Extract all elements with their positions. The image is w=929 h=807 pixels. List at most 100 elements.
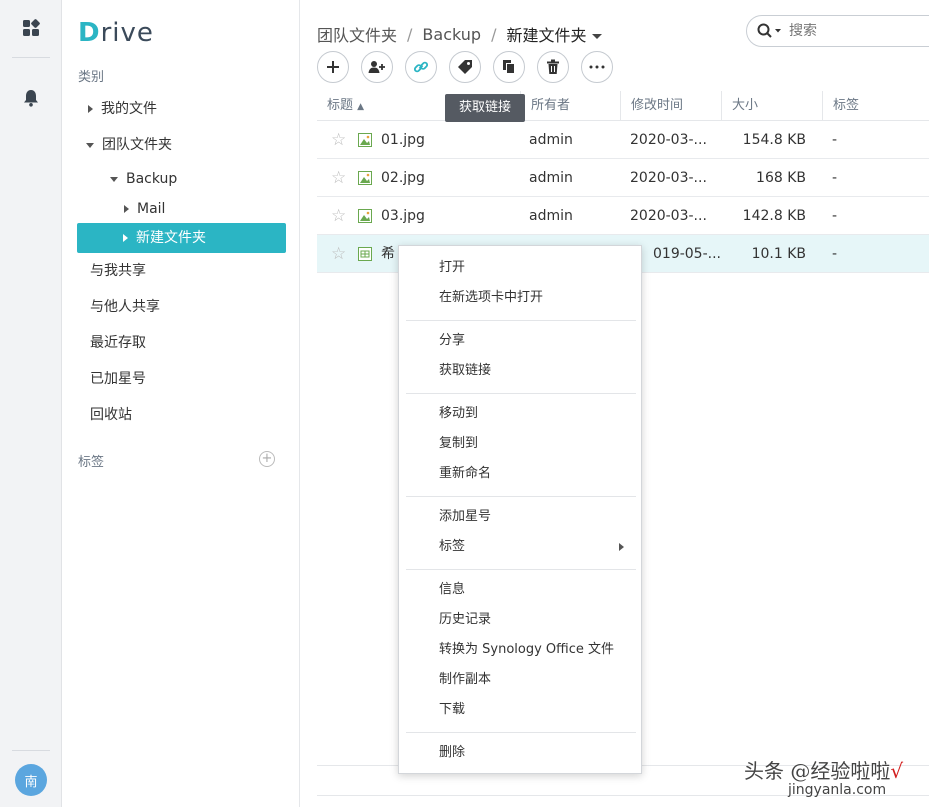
toolbar bbox=[317, 51, 613, 83]
menu-item-open[interactable]: 打开 bbox=[439, 253, 629, 283]
file-name[interactable]: 03.jpg bbox=[381, 197, 425, 235]
image-file-icon bbox=[358, 133, 372, 147]
collapse-arrow-icon[interactable] bbox=[86, 142, 94, 148]
context-menu: 打开 在新选项卡中打开 分享 获取链接 移动到 复制到 重新命名 添加星号 标签… bbox=[398, 245, 642, 774]
menu-item-move-to[interactable]: 移动到 bbox=[439, 399, 629, 429]
menu-item-rename[interactable]: 重新命名 bbox=[439, 459, 629, 489]
avatar[interactable]: 南 bbox=[15, 764, 47, 796]
sidebar-item-new-folder[interactable]: 新建文件夹 bbox=[77, 223, 286, 253]
star-icon[interactable]: ☆ bbox=[331, 197, 346, 235]
menu-item-convert-office[interactable]: 转换为 Synology Office 文件 bbox=[439, 635, 629, 665]
search-icon[interactable] bbox=[757, 23, 783, 39]
sidebar-item-my-files[interactable]: 我的文件 bbox=[88, 94, 157, 124]
app-rail: 南 bbox=[0, 0, 62, 807]
breadcrumb-item[interactable]: 团队文件夹 bbox=[317, 22, 397, 46]
file-size: 168 KB bbox=[756, 170, 806, 186]
column-header-tags[interactable]: 标签 bbox=[822, 91, 929, 121]
drive-logo: Drive bbox=[78, 18, 154, 48]
menu-item-share[interactable]: 分享 bbox=[439, 326, 629, 356]
menu-item-get-link[interactable]: 获取链接 bbox=[439, 356, 629, 386]
file-tags: - bbox=[832, 246, 838, 262]
sidebar: Drive 类别 我的文件 团队文件夹 Backup Mail 新建文件夹 与我… bbox=[62, 0, 300, 807]
menu-divider bbox=[406, 320, 636, 321]
copy-button[interactable] bbox=[493, 51, 525, 83]
chevron-down-icon[interactable] bbox=[592, 34, 603, 39]
menu-item-make-copy[interactable]: 制作副本 bbox=[439, 665, 629, 695]
watermark: 头条 @经验啦啦√ bbox=[744, 759, 904, 783]
breadcrumb-item[interactable]: Backup bbox=[422, 25, 481, 44]
file-tags: - bbox=[832, 208, 838, 224]
sidebar-item-recycle-bin[interactable]: 回收站 bbox=[90, 400, 132, 430]
menu-item-tags[interactable]: 标签 bbox=[439, 532, 629, 562]
more-icon bbox=[589, 65, 605, 69]
file-modified: 019-05-... bbox=[653, 246, 721, 262]
menu-item-copy-to[interactable]: 复制到 bbox=[439, 429, 629, 459]
menu-item-add-star[interactable]: 添加星号 bbox=[439, 502, 629, 532]
tooltip: 获取链接 bbox=[445, 94, 526, 122]
search-box[interactable] bbox=[746, 15, 929, 47]
star-icon[interactable]: ☆ bbox=[331, 235, 346, 273]
add-user-button[interactable] bbox=[361, 51, 393, 83]
file-owner: admin bbox=[529, 132, 573, 148]
image-file-icon bbox=[358, 171, 372, 185]
menu-item-history[interactable]: 历史记录 bbox=[439, 605, 629, 635]
column-header-size[interactable]: 大小 bbox=[721, 91, 821, 121]
tags-label: 标签 bbox=[78, 455, 105, 470]
menu-divider bbox=[406, 393, 636, 394]
create-button[interactable] bbox=[317, 51, 349, 83]
table-row[interactable]: ☆ 01.jpg admin 2020-03-... 154.8 KB - bbox=[317, 121, 929, 159]
tag-button[interactable] bbox=[449, 51, 481, 83]
menu-item-download[interactable]: 下载 bbox=[439, 695, 629, 725]
watermark-url: jingyanla.com bbox=[788, 782, 887, 798]
breadcrumb-current[interactable]: 新建文件夹 bbox=[506, 22, 603, 46]
sidebar-item-recent[interactable]: 最近存取 bbox=[90, 328, 146, 358]
file-modified: 2020-03-... bbox=[630, 170, 707, 186]
column-header-owner[interactable]: 所有者 bbox=[520, 91, 620, 121]
breadcrumb-separator: / bbox=[491, 24, 497, 44]
menu-item-open-new-tab[interactable]: 在新选项卡中打开 bbox=[439, 283, 629, 313]
sidebar-item-starred[interactable]: 已加星号 bbox=[90, 364, 146, 394]
file-name[interactable]: 希 bbox=[381, 235, 395, 273]
expand-arrow-icon[interactable] bbox=[88, 105, 93, 113]
sort-asc-icon[interactable]: ▲ bbox=[357, 102, 364, 112]
file-owner: admin bbox=[529, 170, 573, 186]
file-tags: - bbox=[832, 132, 838, 148]
star-icon[interactable]: ☆ bbox=[331, 121, 346, 159]
expand-arrow-icon[interactable] bbox=[124, 205, 129, 213]
get-link-button[interactable] bbox=[405, 51, 437, 83]
rail-divider bbox=[12, 750, 50, 751]
star-icon[interactable]: ☆ bbox=[331, 159, 346, 197]
watermark-check: √ bbox=[890, 759, 904, 783]
table-row[interactable]: ☆ 03.jpg admin 2020-03-... 142.8 KB - bbox=[317, 197, 929, 235]
trash-icon bbox=[547, 59, 559, 74]
menu-divider bbox=[406, 496, 636, 497]
collapse-arrow-icon[interactable] bbox=[110, 176, 118, 182]
sidebar-item-shared-with-others[interactable]: 与他人共享 bbox=[90, 292, 160, 322]
sidebar-item-mail[interactable]: Mail bbox=[124, 194, 165, 224]
spreadsheet-file-icon bbox=[358, 247, 372, 261]
column-header-modified[interactable]: 修改时间 bbox=[620, 91, 721, 121]
sidebar-item-backup[interactable]: Backup bbox=[110, 164, 177, 194]
expand-arrow-icon[interactable] bbox=[123, 234, 128, 242]
file-name[interactable]: 02.jpg bbox=[381, 159, 425, 197]
more-button[interactable] bbox=[581, 51, 613, 83]
sidebar-item-team-folders[interactable]: 团队文件夹 bbox=[86, 130, 172, 160]
apps-grid-icon[interactable] bbox=[21, 18, 41, 38]
tag-icon bbox=[458, 60, 472, 74]
table-header: 标题 ▲ 所有者 修改时间 大小 标签 bbox=[317, 91, 929, 121]
category-label: 类别 bbox=[78, 70, 105, 85]
file-modified: 2020-03-... bbox=[630, 132, 707, 148]
table-row[interactable]: ☆ 02.jpg admin 2020-03-... 168 KB - bbox=[317, 159, 929, 197]
menu-item-delete[interactable]: 删除 bbox=[439, 738, 629, 768]
menu-item-info[interactable]: 信息 bbox=[439, 575, 629, 605]
bell-icon[interactable] bbox=[21, 88, 41, 108]
search-input[interactable] bbox=[789, 23, 909, 39]
file-tags: - bbox=[832, 170, 838, 186]
delete-button[interactable] bbox=[537, 51, 569, 83]
add-user-icon bbox=[368, 61, 385, 73]
sidebar-item-shared-with-me[interactable]: 与我共享 bbox=[90, 256, 146, 286]
rail-divider bbox=[12, 57, 50, 58]
file-name[interactable]: 01.jpg bbox=[381, 121, 425, 159]
plus-circle-icon[interactable]: + bbox=[259, 451, 275, 467]
file-size: 10.1 KB bbox=[751, 246, 806, 262]
